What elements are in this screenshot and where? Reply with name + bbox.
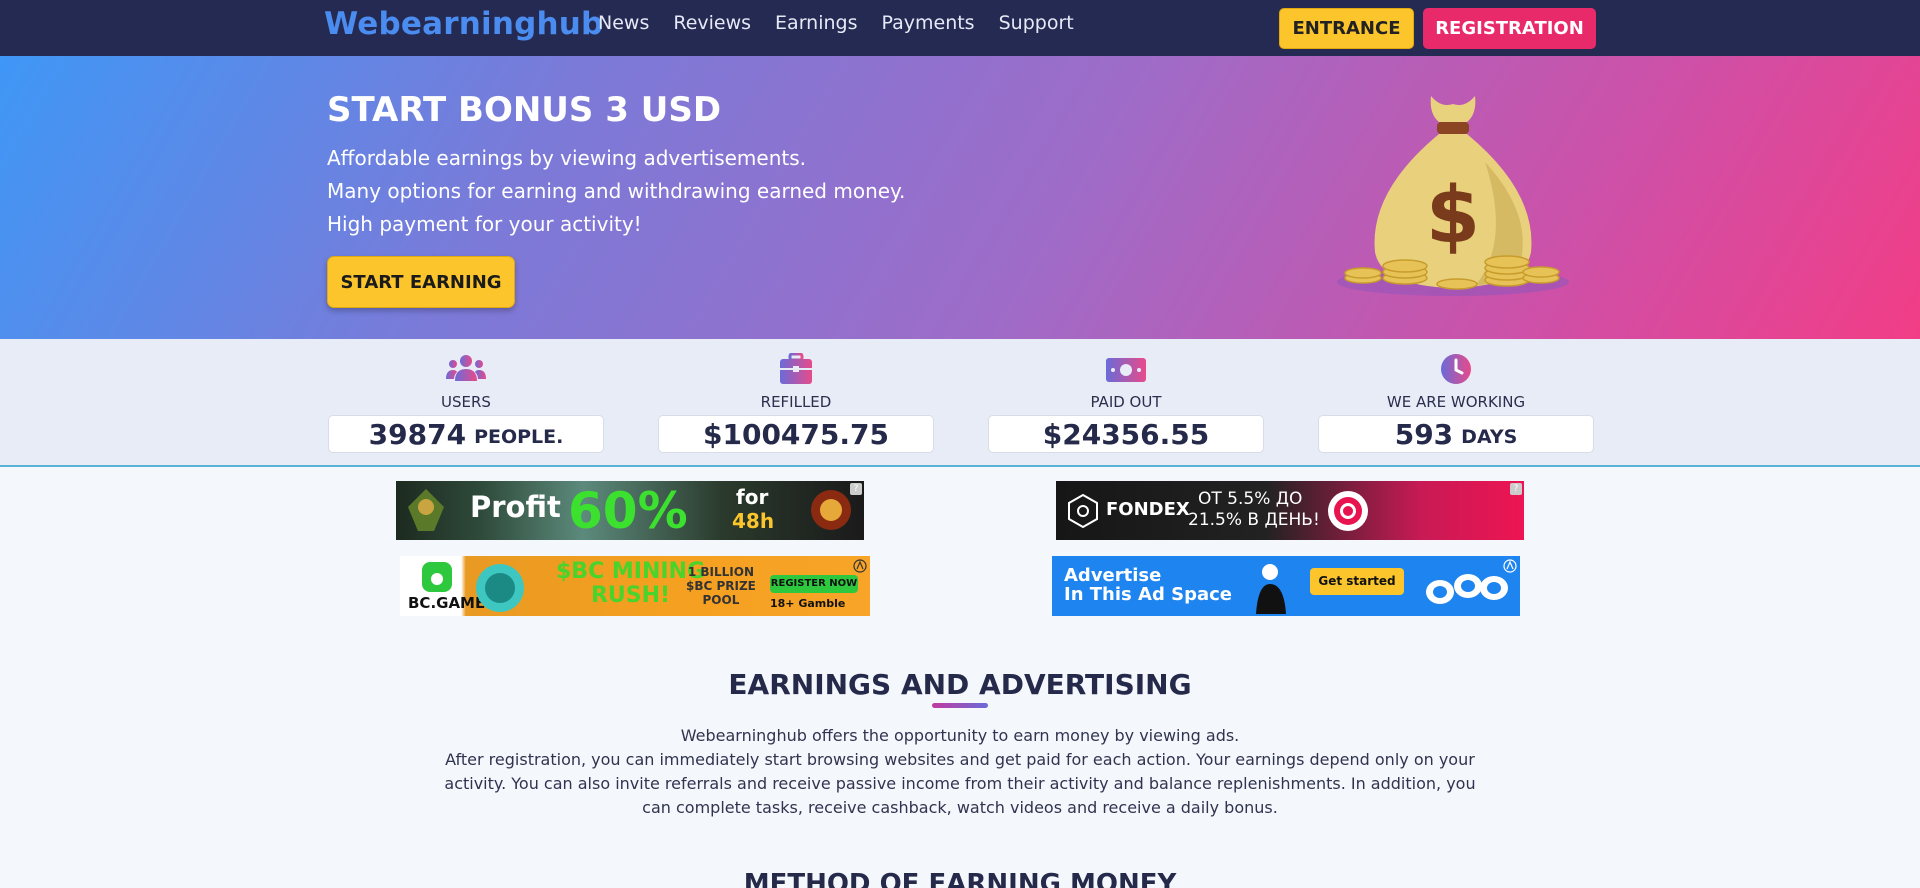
stat-unit: PEOPLE. — [474, 426, 564, 448]
ad-text: $BC PRIZE — [686, 579, 756, 593]
title-underline — [932, 703, 988, 708]
briefcase-icon — [780, 353, 812, 384]
start-earning-button[interactable]: START EARNING — [327, 256, 515, 308]
section-title: EARNINGS AND ADVERTISING — [728, 668, 1192, 701]
top-navbar: Webearninghub News Reviews Earnings Paym… — [0, 0, 1920, 56]
coins-icon — [476, 564, 524, 612]
ad-text: 1 BILLION — [687, 565, 755, 579]
users-icon — [446, 355, 486, 381]
coins-icon — [1426, 574, 1508, 604]
stat-value: 593 — [1394, 417, 1454, 451]
stat-value-box: 39874 PEOPLE. — [328, 415, 604, 453]
ad-text: 48h — [732, 509, 775, 533]
dragon-warrior-icon — [408, 489, 444, 531]
section-paragraph: Webearninghub offers the opportunity to … — [680, 726, 1240, 745]
hero-line: Affordable earnings by viewing advertise… — [327, 146, 806, 170]
ad-text: In This Ad Space — [1064, 584, 1232, 605]
get-started-button[interactable]: Get started — [1310, 568, 1404, 595]
stat-value-box: 593 DAYS — [1318, 415, 1594, 453]
target-icon — [1328, 491, 1368, 531]
dollar-symbol: $ — [1426, 171, 1480, 261]
stat-label: USERS — [441, 393, 491, 411]
hero-description: Affordable earnings by viewing advertise… — [327, 142, 905, 241]
ad-text: 21.5% В ДЕНЬ! — [1188, 510, 1320, 530]
adchoices-icon[interactable] — [1503, 559, 1517, 573]
nav-link-news[interactable]: News — [598, 12, 649, 34]
hero-title: START BONUS 3 USD — [327, 90, 722, 130]
ad-text: for — [736, 485, 769, 509]
ad-text: ОТ 5.5% ДО — [1198, 489, 1303, 509]
site-logo[interactable]: Webearninghub — [324, 6, 603, 42]
ad-register-button[interactable]: REGISTER NOW — [770, 575, 858, 593]
stat-label: REFILLED — [760, 393, 832, 411]
ad-text: Profit — [470, 490, 561, 524]
nav-link-earnings[interactable]: Earnings — [775, 12, 857, 34]
section-title-methods: METHOD OF EARNING MONEY — [743, 869, 1177, 888]
stat-label: PAID OUT — [1090, 393, 1162, 411]
money-bag-icon: $ — [1337, 96, 1569, 296]
ad-banner-bcgame[interactable]: BC.GAME $BC MINING RUSH! 1 BILLION $BC P… — [400, 556, 870, 616]
stat-value-box: $100475.75 — [658, 415, 934, 453]
ad-text: RUSH! — [590, 583, 671, 608]
stat-unit: DAYS — [1461, 426, 1518, 448]
lion-emblem-icon — [811, 490, 851, 530]
ad-text: $BC MINING — [556, 559, 706, 584]
stat-label: WE ARE WORKING — [1386, 393, 1526, 411]
registration-button[interactable]: REGISTRATION — [1423, 8, 1596, 49]
adchoices-icon[interactable] — [853, 559, 867, 573]
section-paragraph: After registration, you can immediately … — [444, 750, 1476, 817]
section-description: Webearninghub offers the opportunity to … — [440, 724, 1480, 820]
ad-text: Advertise — [1064, 565, 1162, 586]
stat-value: 39874 — [368, 417, 467, 451]
hero-line: High payment for your activity! — [327, 212, 642, 236]
stat-value: $24356.55 — [1042, 417, 1210, 451]
bcgame-logo-icon — [422, 562, 452, 592]
stat-value-box: $24356.55 — [988, 415, 1264, 453]
stat-value: $100475.75 — [703, 417, 889, 451]
ad-text: FONDEX — [1106, 499, 1190, 520]
nav-link-payments[interactable]: Payments — [882, 12, 975, 34]
ad-prize: 1 BILLION $BC PRIZE POOL — [686, 565, 756, 607]
ad-text: POOL — [702, 593, 740, 607]
nav-links: News Reviews Earnings Payments Support — [598, 12, 1074, 34]
ad-banner-advertise[interactable]: Advertise In This Ad Space Get started — [1052, 556, 1520, 616]
ad-text: 18+ Gamble — [770, 597, 846, 610]
fondex-logo-icon — [1068, 494, 1098, 528]
nav-link-support[interactable]: Support — [999, 12, 1074, 34]
ad-banner-fondex[interactable]: FONDEX ОТ 5.5% ДО 21.5% В ДЕНЬ! ? — [1056, 481, 1524, 540]
ad-info-icon[interactable]: ? — [1510, 483, 1522, 495]
nav-link-reviews[interactable]: Reviews — [673, 12, 751, 34]
ad-headline: $BC MINING RUSH! — [556, 560, 705, 608]
hero-line: Many options for earning and withdrawing… — [327, 179, 906, 203]
stats-bar: USERS 39874 PEOPLE. REFILLED $100475.75 … — [0, 339, 1920, 467]
hero-banner: START BONUS 3 USD Affordable earnings by… — [0, 56, 1920, 339]
clock-icon — [1441, 354, 1471, 384]
banknote-icon — [1106, 358, 1146, 382]
ad-info-icon[interactable]: ? — [850, 483, 862, 495]
entrance-button[interactable]: ENTRANCE — [1279, 8, 1414, 49]
person-icon — [1256, 564, 1286, 614]
ad-headline: Advertise In This Ad Space — [1064, 566, 1232, 604]
ad-text: 60% — [568, 482, 688, 540]
ad-banner-profit[interactable]: Profit 60% for 48h ? — [396, 481, 864, 540]
